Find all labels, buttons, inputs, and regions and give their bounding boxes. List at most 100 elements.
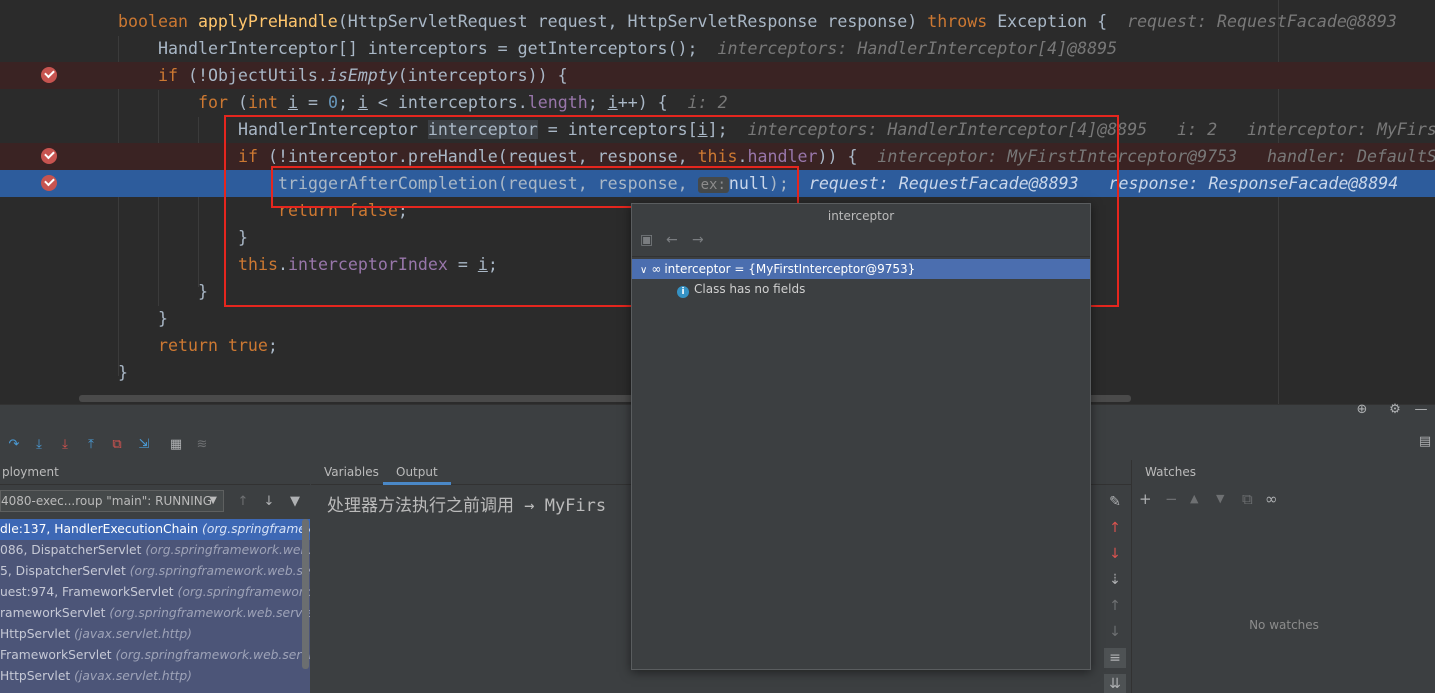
down-arrow-icon[interactable]: ↓ — [1104, 622, 1126, 642]
code-text: } — [198, 282, 208, 301]
code-line-5[interactable]: HandlerInterceptor interceptor = interce… — [0, 116, 1435, 143]
popup-toolbar: ▣ ← → — [632, 228, 1090, 254]
inline-debug-value: interceptor: MyFirstInterceptor@9753 han… — [877, 147, 1435, 166]
loop-variable: i — [697, 120, 708, 139]
code-text: } — [158, 309, 168, 328]
down-arrow-icon[interactable]: ↓ — [1104, 544, 1126, 564]
up-arrow-icon[interactable]: ↑ — [1104, 596, 1126, 616]
frame-package: (org.springframework.web.servlet) — [202, 522, 310, 536]
tree-node-interceptor[interactable]: ∨ ∞ interceptor = {MyFirstInterceptor@9753… — [632, 259, 1090, 279]
glasses-icon: ∞ — [651, 262, 662, 276]
frame-item[interactable]: FrameworkServlet (org.springframework.we… — [0, 645, 310, 666]
step-into-icon[interactable]: ⤓ — [31, 437, 47, 453]
frame-item[interactable]: dle:137, HandlerExecutionChain (org.spri… — [0, 519, 310, 540]
inline-debug-value: request: RequestFacade@8893 response: Re… — [808, 174, 1399, 193]
copy-icon[interactable]: ⧉ — [1242, 490, 1253, 508]
down-arrow-icon[interactable]: ↓ — [261, 494, 277, 510]
drop-frame-icon[interactable]: ⧉ — [109, 437, 125, 453]
code-line-2[interactable]: HandlerInterceptor[] interceptors = getI… — [0, 35, 1435, 62]
info-icon: i — [677, 286, 689, 298]
thread-selector-value: 4080-exec...roup "main": RUNNING — [1, 494, 213, 508]
field-name: handler — [747, 147, 818, 166]
watches-title: Watches — [1145, 465, 1196, 479]
code-line-6[interactable]: if (!interceptor.preHandle(request, resp… — [0, 143, 1435, 170]
frame-package: (javax.servlet.http) — [74, 669, 192, 683]
variable-popup[interactable]: interceptor ▣ ← → ∨ ∞ interceptor = {MyFir… — [631, 203, 1091, 670]
move-down-icon[interactable]: ▼ — [1216, 490, 1224, 508]
code-text: (interceptors)) { — [397, 66, 568, 85]
step-over-icon[interactable]: ↷ — [6, 437, 22, 453]
inline-debug-value: interceptors: HandlerInterceptor[4]@8895 — [717, 39, 1118, 58]
parameter-hint: ex: — [697, 177, 729, 193]
add-watch-icon[interactable]: + — [1139, 490, 1152, 508]
glasses-icon[interactable]: ∞ — [1265, 490, 1278, 508]
up-arrow-icon[interactable]: ↑ — [235, 494, 251, 510]
frame-item[interactable]: 5, DispatcherServlet (org.springframewor… — [0, 561, 310, 582]
code-text: ; — [337, 93, 358, 112]
popup-title[interactable]: interceptor — [632, 204, 1090, 228]
frames-scrollbar[interactable] — [302, 519, 309, 669]
thread-selector[interactable]: 4080-exec...roup "main": RUNNING ▼ — [0, 490, 224, 512]
folder-icon[interactable]: ▣ — [640, 232, 653, 248]
back-arrow-icon[interactable]: ← — [666, 232, 678, 248]
remove-watch-icon[interactable]: − — [1165, 490, 1178, 508]
step-out-icon[interactable]: ⤒ — [83, 437, 99, 453]
move-up-icon[interactable]: ▲ — [1190, 490, 1198, 508]
tab-output[interactable]: Output — [383, 460, 451, 485]
field-name: interceptorIndex — [287, 255, 448, 274]
frame-item[interactable]: HttpServlet (javax.servlet.http) — [0, 666, 310, 687]
soft-wrap-icon[interactable]: ≡ — [1104, 648, 1126, 668]
code-text: ]; — [707, 120, 728, 139]
frame-item[interactable]: HttpServlet (javax.servlet.http) — [0, 624, 310, 645]
target-icon[interactable]: ⊕ — [1354, 402, 1370, 418]
run-to-cursor-icon[interactable]: ⇲ — [136, 437, 152, 453]
code-line-3[interactable]: if (!ObjectUtils.isEmpty(interceptors)) … — [0, 62, 1435, 89]
loop-variable: i — [607, 93, 618, 112]
tab-variables[interactable]: Variables — [311, 460, 392, 485]
frame-item[interactable]: uest:974, FrameworkServlet (org.springfr… — [0, 582, 310, 603]
frame-package: (org.springframework.web.servlet) — [145, 543, 310, 557]
up-arrow-icon[interactable]: ↑ — [1104, 518, 1126, 538]
breakpoint-icon[interactable] — [41, 148, 57, 164]
code-text: = — [447, 255, 478, 274]
divider — [632, 256, 1090, 257]
frames-panel-header: ployment — [0, 460, 310, 485]
code-line-1[interactable]: boolean applyPreHandle(HttpServletReques… — [0, 8, 1435, 35]
inline-debug-value: i: 2 — [687, 93, 728, 112]
selected-variable[interactable]: interceptor — [427, 120, 538, 139]
frame-item[interactable]: 086, DispatcherServlet (org.springframew… — [0, 540, 310, 561]
frame-package: (org.springframework.web.servlet) — [129, 564, 310, 578]
inline-debug-value: interceptors: HandlerInterceptor[4]@8895… — [747, 120, 1435, 139]
breakpoint-icon[interactable] — [41, 67, 57, 83]
frames-list[interactable]: dle:137, HandlerExecutionChain (org.spri… — [0, 519, 310, 693]
console-output: 处理器方法执行之前调用 → MyFirs — [327, 496, 607, 516]
forward-arrow-icon[interactable]: → — [692, 232, 704, 248]
minus-icon[interactable]: — — [1413, 402, 1429, 418]
loop-variable: i — [477, 255, 488, 274]
code-line-4[interactable]: for (int i = 0; i < interceptors.length;… — [0, 89, 1435, 116]
filter-icon[interactable]: ▼ — [287, 494, 303, 510]
evaluate-icon[interactable]: ▦ — [168, 437, 184, 453]
keyword: throws — [927, 12, 988, 31]
method-name: applyPreHandle — [197, 12, 338, 31]
frame-method: HttpServlet — [0, 627, 75, 641]
frame-method: uest:974, FrameworkServlet — [0, 585, 178, 599]
breakpoint-icon[interactable] — [41, 175, 57, 191]
keyword: int — [247, 93, 278, 112]
trace-icon[interactable]: ≋ — [194, 437, 210, 453]
frame-package: (org.springframework.web.servlet) — [177, 585, 310, 599]
chevron-down-icon: ▼ — [209, 495, 217, 506]
keyword: return — [158, 336, 218, 355]
clear-icon[interactable]: ✎ — [1104, 492, 1126, 512]
code-text: < interceptors. — [367, 93, 528, 112]
code-text: . — [737, 147, 748, 166]
force-step-into-icon[interactable]: ⤓ — [57, 437, 73, 453]
chevron-down-icon[interactable]: ∨ — [640, 265, 647, 276]
frame-item[interactable]: rameworkServlet (org.springframework.web… — [0, 603, 310, 624]
scroll-to-end-icon[interactable]: ⇊ — [1104, 674, 1126, 693]
sort-icon[interactable]: ⇣ — [1104, 570, 1126, 590]
gear-icon[interactable]: ⚙ — [1387, 402, 1403, 418]
field-name: length — [527, 93, 588, 112]
code-line-7-execution-point[interactable]: triggerAfterCompletion(request, response… — [0, 170, 1435, 197]
